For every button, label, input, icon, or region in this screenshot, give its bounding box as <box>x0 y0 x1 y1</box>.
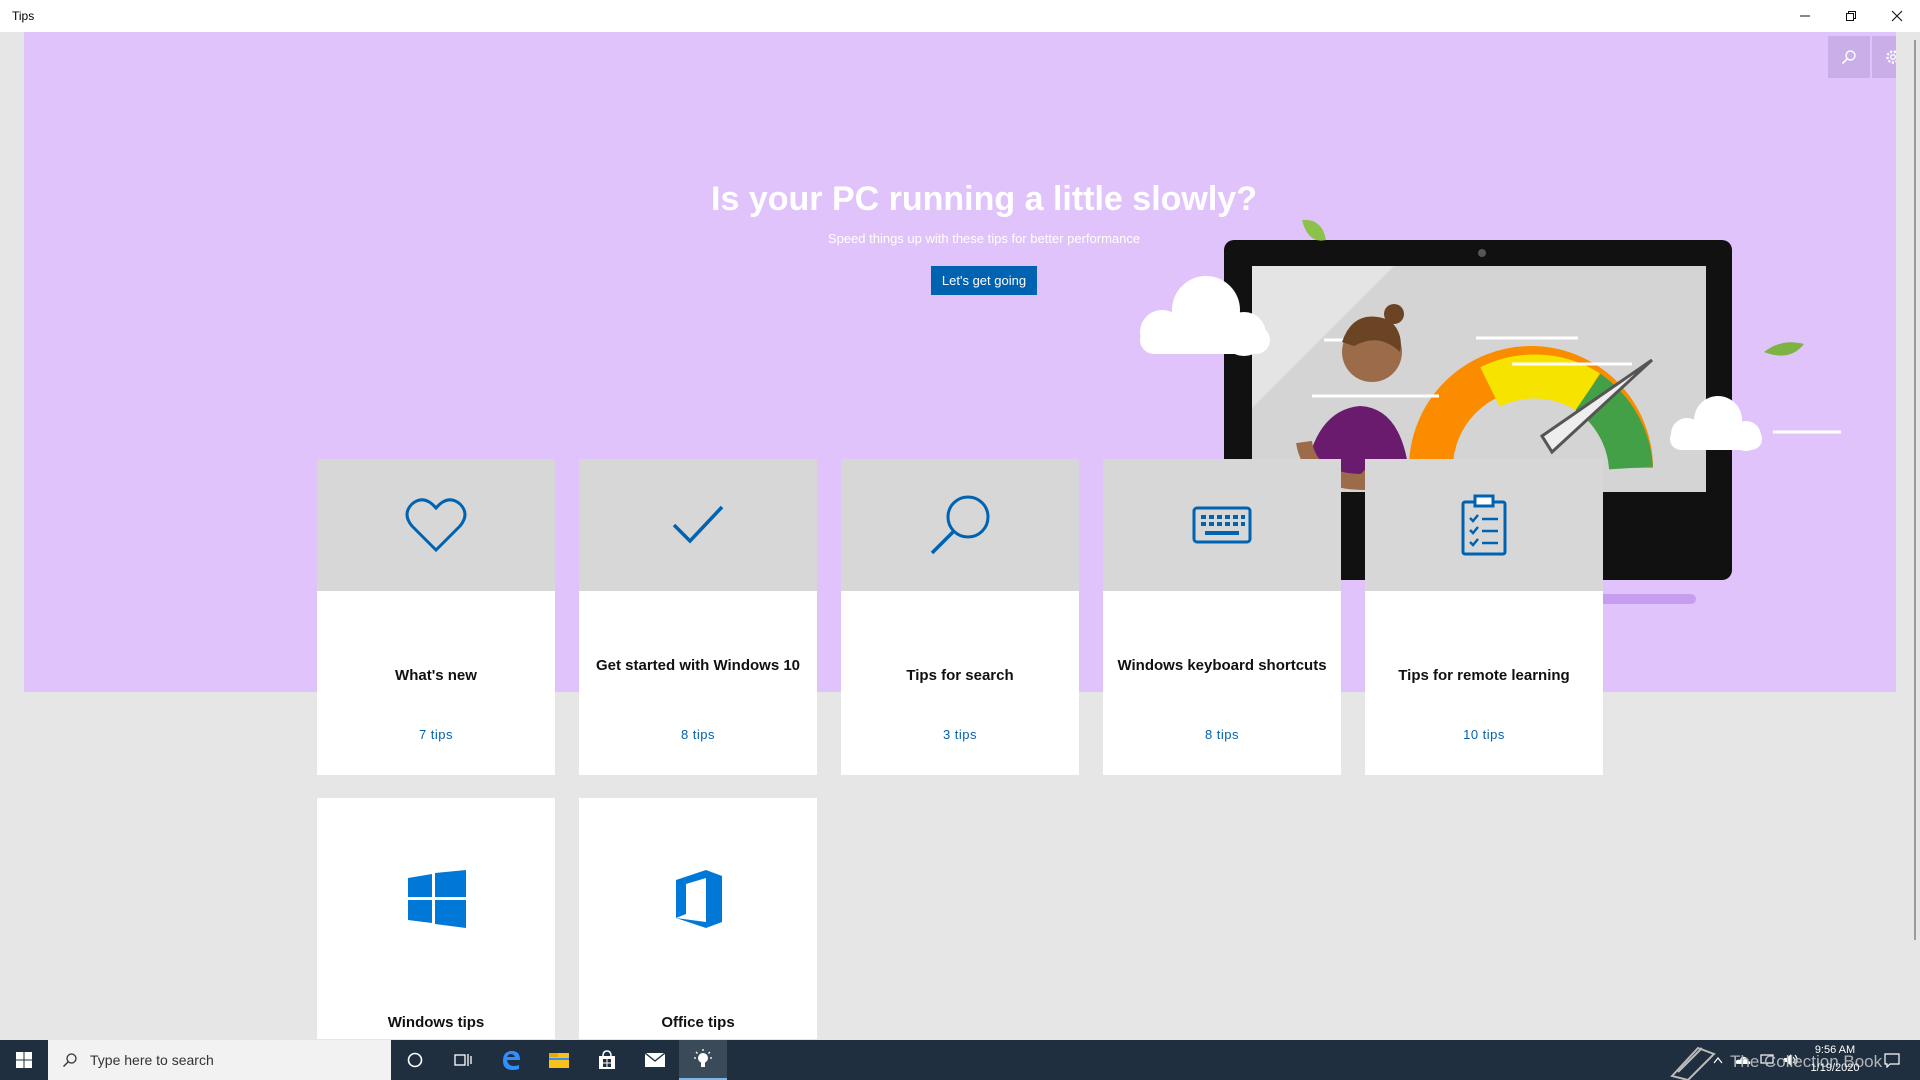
clock-time[interactable]: 9:56 AM <box>1800 1044 1870 1056</box>
taskbar: Type here to search The Collection Book … <box>0 1040 1920 1080</box>
close-icon <box>1891 10 1903 22</box>
card-count: 8 tips <box>1204 727 1240 742</box>
close-button[interactable] <box>1874 0 1920 32</box>
title-bar: Tips <box>0 0 1920 32</box>
restore-button[interactable] <box>1828 0 1874 32</box>
file-explorer-icon <box>549 1053 569 1068</box>
windows-logo-icon <box>408 870 466 928</box>
edge-icon <box>503 1051 520 1070</box>
store-icon <box>599 1050 615 1069</box>
edge-button[interactable] <box>487 1040 535 1080</box>
card-count: 3 tips <box>942 727 978 742</box>
minimize-button[interactable] <box>1782 0 1828 32</box>
card-keyboard-shortcuts[interactable]: Windows keyboard shortcuts 8 tips <box>1103 459 1341 775</box>
restore-icon <box>1846 11 1856 21</box>
card-count: 10 tips <box>1463 727 1505 742</box>
store-button[interactable] <box>583 1040 631 1080</box>
watermark-logo <box>1668 1042 1724 1080</box>
card-count: 8 tips <box>680 727 716 742</box>
action-center-button[interactable] <box>1872 1040 1912 1080</box>
file-explorer-button[interactable] <box>535 1040 583 1080</box>
search-button[interactable] <box>1828 36 1870 78</box>
card-title: What's new <box>395 667 477 684</box>
task-view-icon <box>454 1054 472 1066</box>
keyboard-icon <box>1192 506 1252 544</box>
task-view-button[interactable] <box>439 1040 487 1080</box>
mail-icon <box>644 1052 666 1067</box>
window-title: Tips <box>12 9 35 23</box>
gear-icon <box>1886 50 1896 64</box>
taskbar-search-box[interactable]: Type here to search <box>48 1040 391 1080</box>
search-icon <box>63 1053 77 1067</box>
start-icon <box>16 1052 32 1068</box>
card-title: Office tips <box>661 1014 735 1031</box>
card-office-tips[interactable]: Office tips <box>579 798 817 1039</box>
checkmark-icon <box>672 505 724 544</box>
mail-button[interactable] <box>631 1040 679 1080</box>
card-get-started[interactable]: Get started with Windows 10 8 tips <box>579 459 817 775</box>
magnifier-icon <box>930 495 990 555</box>
card-image <box>579 459 817 591</box>
office-logo-icon <box>676 870 722 928</box>
tips-icon <box>694 1049 712 1067</box>
settings-button[interactable] <box>1872 36 1896 78</box>
card-image <box>1103 459 1341 591</box>
search-placeholder: Type here to search <box>90 1052 214 1068</box>
heart-icon <box>405 498 467 553</box>
card-image <box>317 459 555 591</box>
card-image <box>1365 459 1603 591</box>
app-content: Is your PC running a little slowly? Spee… <box>24 32 1896 1039</box>
card-remote-learning[interactable]: Tips for remote learning 10 tips <box>1365 459 1603 775</box>
scrollbar[interactable] <box>1914 40 1916 940</box>
card-title: Tips for remote learning <box>1398 667 1570 684</box>
lets-get-going-button[interactable]: Let's get going <box>930 266 1038 295</box>
card-title: Windows keyboard shortcuts <box>1117 657 1327 674</box>
clipboard-icon <box>1461 494 1507 556</box>
card-title: Windows tips <box>387 1014 485 1031</box>
card-image <box>841 459 1079 591</box>
tips-taskbar-button[interactable] <box>679 1040 727 1080</box>
cortana-button[interactable] <box>391 1040 439 1080</box>
search-icon <box>1841 50 1856 65</box>
card-whats-new[interactable]: What's new 7 tips <box>317 459 555 775</box>
clock-date[interactable]: 1/19/2020 <box>1800 1062 1870 1074</box>
cortana-icon <box>407 1052 423 1068</box>
card-count: 7 tips <box>418 727 454 742</box>
card-title: Tips for search <box>906 667 1014 684</box>
card-title: Get started with Windows 10 <box>595 657 801 674</box>
start-button[interactable] <box>0 1040 48 1080</box>
card-windows-tips[interactable]: Windows tips <box>317 798 555 1039</box>
notification-icon <box>1884 1053 1900 1068</box>
minimize-icon <box>1800 15 1810 17</box>
card-tips-for-search[interactable]: Tips for search 3 tips <box>841 459 1079 775</box>
